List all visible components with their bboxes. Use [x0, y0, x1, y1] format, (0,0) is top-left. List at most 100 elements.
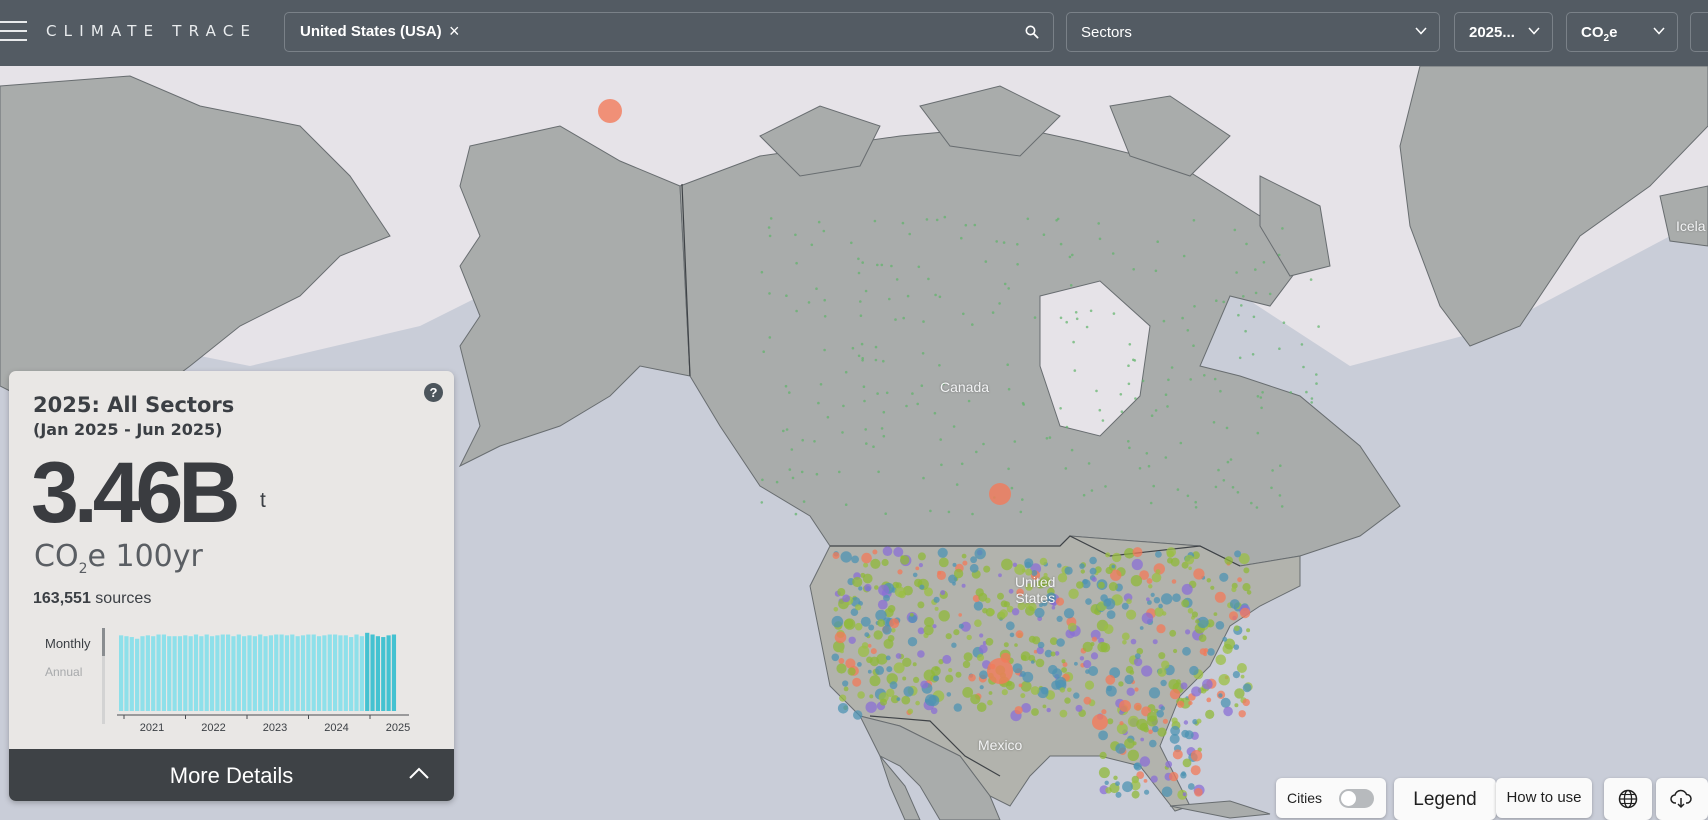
- emission-source-dot[interactable]: [1282, 321, 1286, 324]
- emission-source-dot[interactable]: [1195, 619, 1200, 624]
- emission-source-dot[interactable]: [902, 676, 907, 681]
- emission-source-dot[interactable]: [1240, 304, 1243, 307]
- emission-source-dot[interactable]: [1246, 628, 1251, 633]
- emission-source-dot[interactable]: [1278, 347, 1281, 351]
- emission-source-dot[interactable]: [933, 596, 940, 603]
- emission-source-dot[interactable]: [1309, 278, 1313, 281]
- emission-source-dot[interactable]: [1108, 582, 1118, 591]
- emission-source-dot[interactable]: [857, 257, 860, 261]
- chart-bar[interactable]: [284, 635, 290, 711]
- emission-source-dot[interactable]: [1064, 697, 1071, 704]
- emission-source-dot[interactable]: [1289, 391, 1293, 394]
- emission-source-dot[interactable]: [1134, 397, 1137, 400]
- emission-source-dot[interactable]: [1059, 687, 1066, 693]
- emission-source-dot[interactable]: [987, 699, 993, 706]
- emission-source-dot[interactable]: [938, 295, 942, 299]
- chart-bar[interactable]: [290, 634, 295, 712]
- emission-source-dot[interactable]: [1085, 325, 1089, 329]
- emission-source-dot[interactable]: [1104, 485, 1107, 488]
- emission-source-dot[interactable]: [1128, 343, 1132, 346]
- search-icon[interactable]: [1025, 25, 1039, 39]
- emission-source-dot[interactable]: [1098, 408, 1102, 412]
- emission-source-dot[interactable]: [921, 352, 925, 355]
- emission-source-dot[interactable]: [802, 500, 806, 503]
- emission-source-dot[interactable]: [1057, 573, 1068, 583]
- emission-source-dot[interactable]: [998, 573, 1002, 578]
- emission-source-dot[interactable]: [885, 391, 889, 395]
- emission-source-dot[interactable]: [1121, 602, 1129, 610]
- emission-source-dot[interactable]: [978, 644, 988, 654]
- emission-source-dot[interactable]: [1012, 562, 1018, 567]
- emission-source-dot[interactable]: [1194, 500, 1197, 504]
- emission-source-dot[interactable]: [865, 701, 877, 713]
- emission-source-dot[interactable]: [1128, 446, 1131, 450]
- emission-source-dot[interactable]: [1119, 721, 1124, 726]
- annual-toggle[interactable]: Annual: [45, 665, 82, 679]
- emission-source-dot[interactable]: [1169, 771, 1179, 782]
- emission-source-dot[interactable]: [866, 656, 873, 664]
- emission-source-dot[interactable]: [1170, 725, 1180, 736]
- emission-source-dot[interactable]: [1129, 670, 1135, 675]
- emission-source-dot[interactable]: [1206, 578, 1212, 583]
- emission-source-dot[interactable]: [1153, 597, 1161, 604]
- emission-source-dot[interactable]: [895, 278, 899, 281]
- emission-source-dot[interactable]: [945, 633, 952, 640]
- emission-source-dot[interactable]: [1149, 739, 1157, 748]
- emission-source-dot[interactable]: [1127, 382, 1131, 386]
- emission-source-dot[interactable]: [1126, 609, 1137, 620]
- emission-source-dot[interactable]: [891, 628, 896, 633]
- emission-source-dot[interactable]: [1188, 700, 1193, 706]
- emission-source-dot[interactable]: [872, 549, 878, 555]
- emission-source-dot[interactable]: [819, 383, 823, 386]
- emission-source-dot[interactable]: [832, 552, 840, 559]
- emission-source-dot[interactable]: [1152, 639, 1158, 645]
- emission-source-dot[interactable]: [857, 354, 861, 358]
- emission-source-dot[interactable]: [1256, 431, 1260, 435]
- emission-source-dot[interactable]: [1118, 681, 1124, 687]
- emission-source-dot[interactable]: [1063, 608, 1075, 619]
- emission-source-dot[interactable]: [1059, 316, 1063, 320]
- chart-bar[interactable]: [349, 637, 354, 711]
- emission-source-dot[interactable]: [1013, 440, 1017, 443]
- emission-source-dot[interactable]: [844, 370, 848, 374]
- emission-source-dot[interactable]: [842, 680, 849, 687]
- emission-source-dot[interactable]: [902, 316, 905, 320]
- emission-source-dot[interactable]: [857, 691, 865, 699]
- emission-source-dot[interactable]: [1143, 779, 1148, 783]
- emission-source-dot[interactable]: [1169, 629, 1177, 637]
- emission-source-dot[interactable]: [1189, 378, 1192, 381]
- emission-source-dot[interactable]: [938, 557, 949, 568]
- monthly-emissions-chart[interactable]: 2021 2022 2023 2024 2025: [117, 623, 437, 748]
- emission-source-dot[interactable]: [1219, 572, 1229, 582]
- emission-source-dot[interactable]: [1238, 710, 1246, 718]
- emission-source-dot[interactable]: [920, 680, 929, 689]
- emission-source-dot[interactable]: [1126, 687, 1135, 696]
- emission-source-dot[interactable]: [775, 480, 779, 484]
- emission-source-dot[interactable]: [922, 476, 925, 480]
- emission-source-dot[interactable]: [1141, 379, 1145, 383]
- emission-source-dot[interactable]: [1145, 452, 1149, 455]
- emission-source-dot[interactable]: [973, 601, 984, 611]
- emission-source-dot[interactable]: [1212, 421, 1216, 424]
- emission-source-dot[interactable]: [1310, 397, 1314, 400]
- emission-source-dot[interactable]: [1148, 584, 1153, 589]
- emission-source-dot[interactable]: [1021, 703, 1031, 713]
- emission-source-dot[interactable]: [915, 566, 920, 571]
- emission-source-dot[interactable]: [1100, 642, 1111, 653]
- emission-source-dot[interactable]: [1158, 603, 1163, 609]
- emission-source-dot[interactable]: [1127, 440, 1130, 443]
- emission-source-dot[interactable]: [951, 642, 957, 648]
- emission-source-dot[interactable]: [873, 630, 883, 640]
- emission-source-dot[interactable]: [1131, 790, 1140, 799]
- emission-source-dot[interactable]: [1132, 741, 1137, 746]
- chart-bar[interactable]: [311, 634, 316, 712]
- emission-source-dot[interactable]: [1089, 309, 1093, 313]
- chart-bar[interactable]: [252, 636, 257, 711]
- chart-bar[interactable]: [220, 634, 225, 712]
- emission-source-dot[interactable]: [945, 674, 954, 683]
- emission-source-dot[interactable]: [1166, 405, 1169, 408]
- emission-source-dot[interactable]: [894, 318, 897, 321]
- emission-source-dot[interactable]: [1277, 253, 1281, 257]
- emission-source-dot[interactable]: [1270, 486, 1273, 490]
- brand-logo[interactable]: CLIMATE TRACE: [46, 22, 257, 40]
